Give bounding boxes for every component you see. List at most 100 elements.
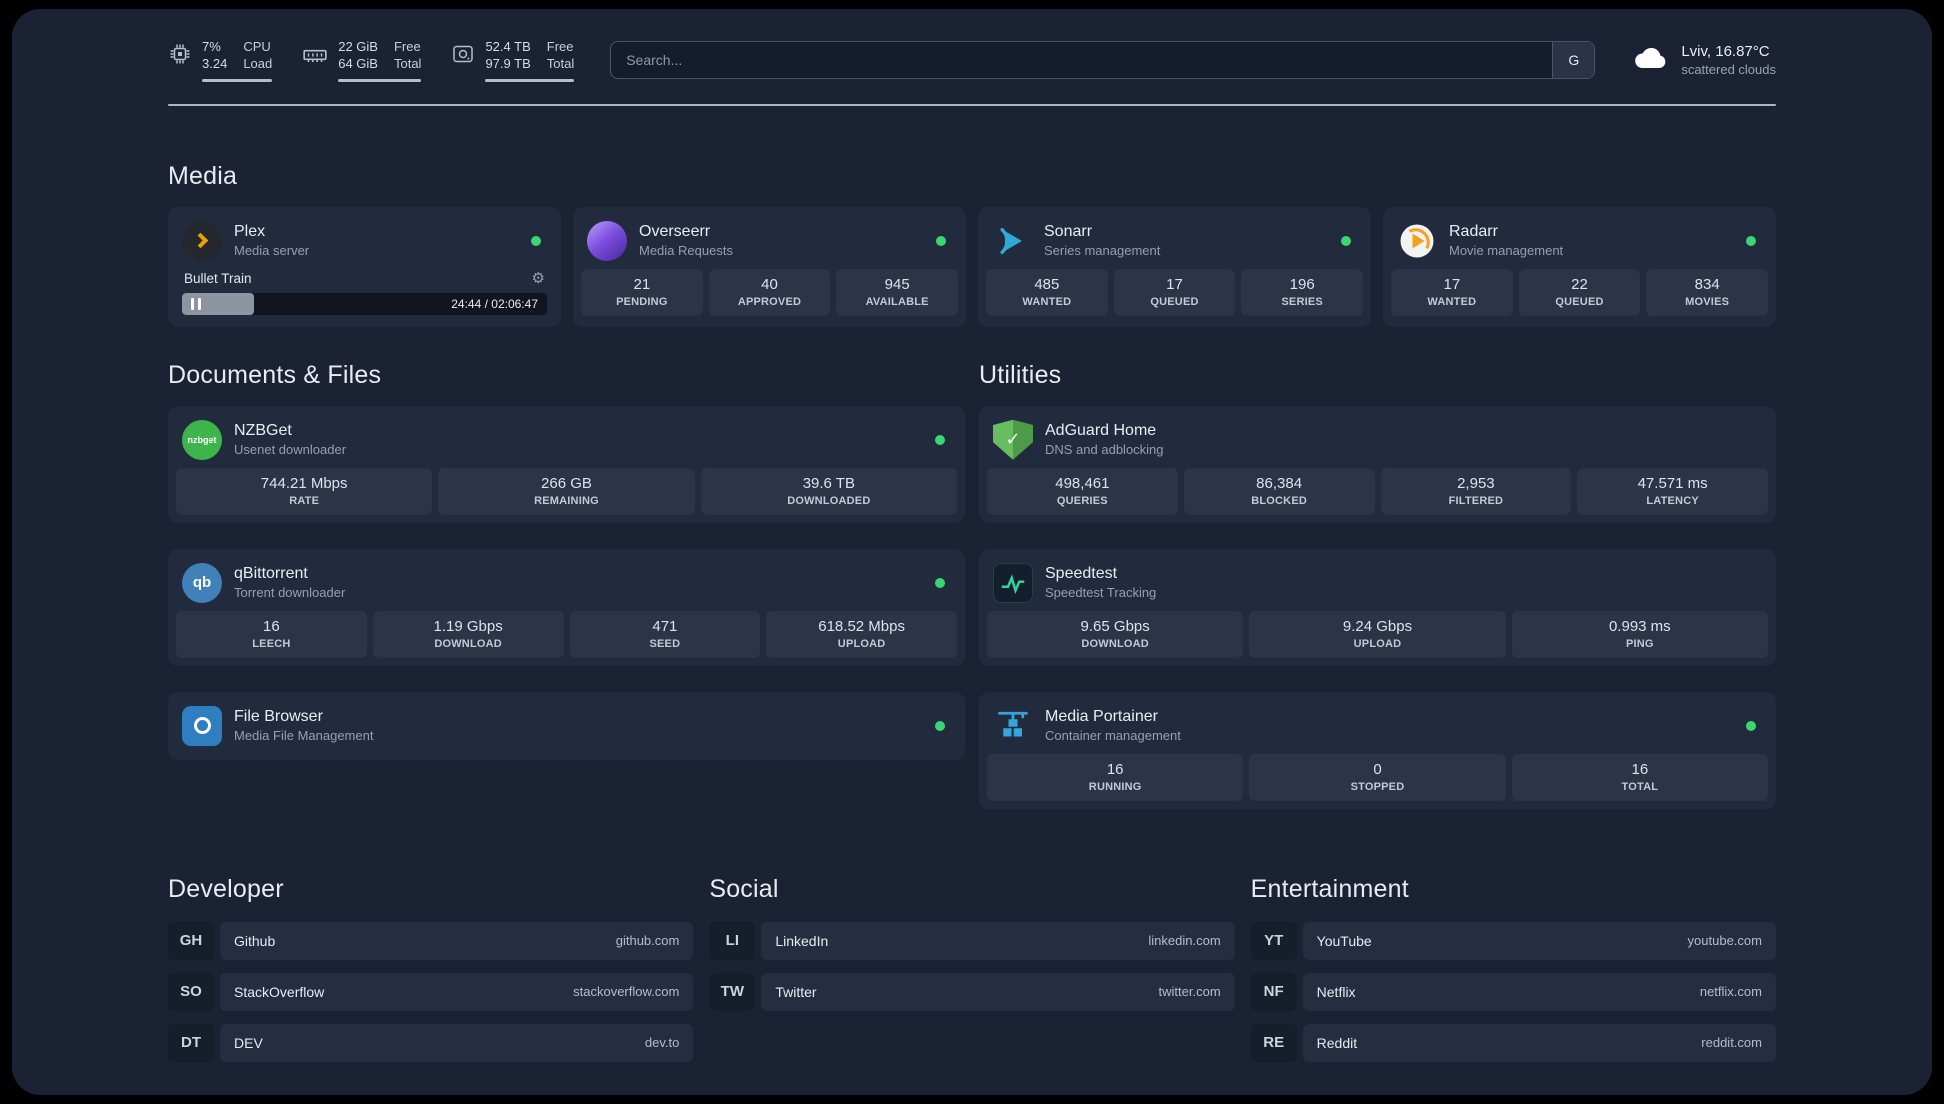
gear-icon[interactable]: ⚙ — [532, 271, 545, 286]
cpu-load-label: Load — [243, 55, 273, 71]
disk-usage-bar — [485, 78, 575, 82]
service-name: Plex — [234, 223, 266, 241]
service-desc: Torrent downloader — [234, 585, 346, 601]
bookmark-name: StackOverflow — [234, 983, 325, 1000]
cloud-icon — [1631, 43, 1671, 78]
service-desc: Media Requests — [639, 243, 733, 259]
stat-tile: 2,953 FILTERED — [1380, 467, 1572, 515]
service-card-radarr[interactable]: Radarr Movie management 17 WANTED 22 QUE… — [1383, 206, 1776, 327]
service-card-sonarr[interactable]: Sonarr Series management 485 WANTED 17 Q… — [978, 206, 1371, 327]
service-name: Sonarr — [1044, 223, 1093, 241]
service-desc: Speedtest Tracking — [1045, 585, 1157, 601]
speedtest-icon — [993, 562, 1033, 603]
service-desc: Media server — [234, 243, 310, 259]
now-playing-title: Bullet Train — [184, 270, 252, 286]
service-card-qbittorrent[interactable]: qb qBittorrent Torrent downloader 16 LEE… — [168, 548, 965, 666]
service-card-adguard[interactable]: ✓ AdGuard Home DNS and adblocking 498,46… — [979, 405, 1776, 523]
service-card-filebrowser[interactable]: File Browser Media File Management — [168, 691, 965, 760]
bookmark-linkedin[interactable]: LI LinkedIn linkedin.com — [709, 921, 1235, 960]
bookmark-netflix[interactable]: NF Netflix netflix.com — [1250, 972, 1776, 1011]
media-grid: Plex Media server Bullet Train ⚙ 24:44 /… — [168, 206, 1776, 327]
bookmark-twitter[interactable]: TW Twitter twitter.com — [709, 972, 1235, 1011]
bookmark-url: stackoverflow.com — [573, 984, 680, 1000]
bookmark-name: Reddit — [1316, 1034, 1358, 1051]
memory-free-label: Free — [393, 39, 421, 54]
stat-tile: 22 QUEUED — [1518, 268, 1641, 316]
service-name: Media Portainer — [1045, 708, 1158, 726]
service-name: Overseerr — [639, 223, 711, 241]
cpu-icon — [168, 42, 192, 71]
playback-progress-bar: 24:44 / 02:06:47 — [182, 292, 547, 315]
bookmark-name: Twitter — [775, 983, 817, 1000]
service-desc: Usenet downloader — [234, 442, 347, 458]
service-card-nzbget[interactable]: nzbget NZBGet Usenet downloader 744.21 M… — [168, 405, 965, 523]
disk-resource-widget: 52.4 TB 97.9 TB Free Total — [451, 39, 575, 82]
stat-tile: 16 TOTAL — [1511, 753, 1768, 801]
search-input[interactable] — [611, 42, 1553, 79]
memory-resource-widget: 22 GiB 64 GiB Free Total — [302, 39, 422, 82]
bookmark-abbr: RE — [1250, 1023, 1297, 1062]
bookmark-name: Netflix — [1316, 983, 1356, 1000]
bookmark-group-entertainment: Entertainment YT YouTube youtube.com NF … — [1250, 875, 1776, 1062]
stat-tile: 17 QUEUED — [1113, 268, 1236, 316]
service-desc: Media File Management — [234, 728, 374, 744]
service-card-overseerr[interactable]: Overseerr Media Requests 21 PENDING 40 A… — [573, 206, 966, 327]
service-name: NZBGet — [234, 422, 292, 440]
bookmark-group-social: Social LI LinkedIn linkedin.com TW Twitt… — [709, 875, 1235, 1062]
header-divider — [168, 103, 1776, 106]
status-dot — [1746, 235, 1756, 246]
cpu-resource-widget: 7% 3.24 CPU Load — [168, 39, 273, 82]
stat-tile: 47.571 ms LATENCY — [1577, 467, 1768, 515]
bookmark-url: linkedin.com — [1148, 933, 1221, 949]
bookmark-youtube[interactable]: YT YouTube youtube.com — [1250, 921, 1776, 960]
disk-total-label: Total — [546, 55, 575, 71]
cpu-percent: 7% — [202, 39, 221, 54]
bookmark-stackoverflow[interactable]: SO StackOverflow stackoverflow.com — [168, 972, 694, 1011]
memory-total-value: 64 GiB — [338, 55, 378, 71]
bookmark-github[interactable]: GH Github github.com — [168, 921, 694, 960]
bookmark-abbr: DT — [168, 1023, 214, 1062]
service-desc: Series management — [1044, 243, 1161, 259]
bookmark-group-developer: Developer GH Github github.com SO StackO… — [168, 875, 694, 1062]
pause-icon — [191, 297, 201, 310]
stat-tile: 196 SERIES — [1241, 268, 1363, 316]
bookmark-dev[interactable]: DT DEV dev.to — [168, 1023, 694, 1062]
stat-tile: 21 PENDING — [581, 268, 703, 316]
section-title-utilities: Utilities — [979, 360, 1062, 389]
weather-widget: Lviv, 16.87°C scattered clouds — [1631, 42, 1776, 78]
bookmark-abbr: SO — [168, 972, 214, 1011]
stat-tile: 16 RUNNING — [987, 753, 1244, 801]
bookmark-name: DEV — [234, 1034, 263, 1051]
disk-total-value: 97.9 TB — [485, 55, 531, 71]
memory-usage-bar — [338, 78, 422, 82]
stat-tile: 39.6 TB DOWNLOADED — [700, 467, 957, 515]
stat-tile: 485 WANTED — [986, 268, 1108, 316]
bookmark-reddit[interactable]: RE Reddit reddit.com — [1250, 1023, 1776, 1062]
stat-tile: 0.993 ms PING — [1511, 610, 1768, 658]
bookmark-url: github.com — [615, 933, 680, 949]
service-card-speedtest[interactable]: Speedtest Speedtest Tracking 9.65 Gbps D… — [979, 548, 1776, 666]
section-utilities: Utilities ✓ AdGuard Home DNS and adblock… — [979, 361, 1776, 809]
service-name: Radarr — [1449, 223, 1498, 241]
bookmark-name: Github — [234, 932, 276, 949]
disk-icon — [451, 42, 475, 71]
bookmark-name: YouTube — [1316, 932, 1372, 949]
service-desc: Container management — [1045, 728, 1181, 744]
adguard-icon: ✓ — [993, 419, 1033, 460]
bookmark-abbr: LI — [709, 921, 756, 960]
status-dot — [1341, 235, 1351, 246]
bookmark-abbr: NF — [1250, 972, 1297, 1011]
overseerr-icon — [587, 220, 627, 261]
service-card-portainer[interactable]: Media Portainer Container management 16 … — [979, 691, 1776, 809]
bookmark-url: dev.to — [644, 1035, 680, 1051]
cpu-usage-bar — [202, 78, 273, 82]
bookmark-name: LinkedIn — [775, 932, 829, 949]
service-card-plex[interactable]: Plex Media server Bullet Train ⚙ 24:44 /… — [168, 206, 561, 327]
stat-tile: 17 WANTED — [1391, 268, 1513, 316]
plex-now-playing-widget: Bullet Train ⚙ 24:44 / 02:06:47 — [176, 269, 553, 319]
search-provider-button[interactable]: G — [1552, 42, 1595, 79]
service-desc: Movie management — [1449, 243, 1564, 259]
stat-tile: 16 LEECH — [176, 610, 367, 658]
stat-tile: 9.24 Gbps UPLOAD — [1249, 610, 1506, 658]
stat-tile: 471 SEED — [569, 610, 761, 658]
